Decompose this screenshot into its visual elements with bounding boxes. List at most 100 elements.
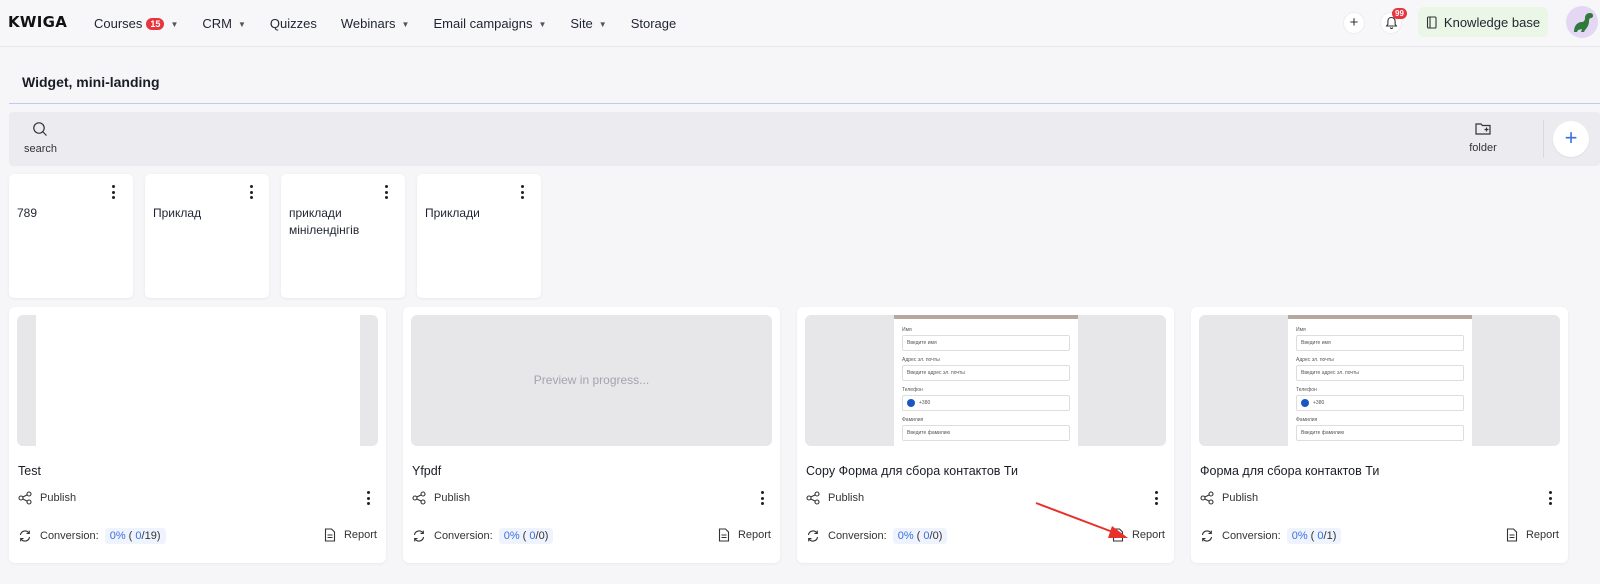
widget-title[interactable]: Test <box>18 464 41 478</box>
report-button[interactable]: Report <box>1112 528 1165 542</box>
share-icon <box>18 491 32 505</box>
notifications-button[interactable]: 99 <box>1380 8 1407 34</box>
conversion-label: Conversion: <box>40 530 99 542</box>
conversion-label: Conversion: <box>828 530 887 542</box>
nav-webinars[interactable]: Webinars ▼ <box>341 16 410 31</box>
search-label: search <box>24 143 58 155</box>
publish-button[interactable]: Publish <box>18 491 76 505</box>
nav-quizzes-label: Quizzes <box>269 16 317 31</box>
folder-add-icon <box>1474 123 1491 135</box>
knowledge-base-label: Knowledge base <box>1443 14 1541 30</box>
preview-status-text: Preview in progress... <box>533 373 650 387</box>
nav-storage[interactable]: Storage <box>631 16 677 31</box>
widget-title[interactable]: Форма для сбора контактов Ти <box>1200 464 1379 478</box>
document-icon <box>324 528 336 542</box>
nav-storage-label: Storage <box>630 16 677 31</box>
new-folder-button[interactable]: folder <box>1463 121 1503 154</box>
conversion-label: Conversion: <box>1222 530 1281 542</box>
folder-name: приклади мінілендінгів <box>289 206 360 237</box>
folder-card[interactable]: 789 <box>9 174 133 298</box>
report-label: Report <box>737 529 771 541</box>
folder-card[interactable]: приклади мінілендінгів <box>281 174 405 298</box>
publish-button[interactable]: Publish <box>1200 491 1258 505</box>
more-vertical-icon[interactable] <box>245 183 257 201</box>
kwiga-logo[interactable]: KWIGA <box>8 13 67 31</box>
more-vertical-icon[interactable] <box>107 183 119 201</box>
chevron-down-icon: ▼ <box>401 20 410 29</box>
publish-button[interactable]: Publish <box>806 491 864 505</box>
publish-label: Publish <box>434 492 471 504</box>
conversion-stat: Conversion: 0% ( 0/19) <box>18 528 166 544</box>
nav-crm-label: CRM <box>202 16 232 31</box>
report-button[interactable]: Report <box>1506 528 1559 542</box>
conversion-value: 0% ( 0/0) <box>498 528 554 544</box>
folder-name: 789 <box>17 206 38 220</box>
nav-site[interactable]: Site ▼ <box>570 16 606 31</box>
report-button[interactable]: Report <box>718 528 771 542</box>
nav-courses[interactable]: Courses 15 ▼ <box>94 16 178 31</box>
refresh-icon <box>19 530 31 542</box>
conversion-value: 0% ( 0/0) <box>892 528 948 544</box>
document-icon <box>1506 528 1518 542</box>
conversion-label: Conversion: <box>434 530 493 542</box>
share-icon <box>412 491 426 505</box>
user-avatar[interactable] <box>1566 6 1598 38</box>
widget-card: Имя Введите имя Адрес эл. почты Введите … <box>1191 307 1568 563</box>
title-underline <box>9 103 1600 104</box>
more-vertical-icon[interactable] <box>380 183 392 201</box>
form-preview-thumbnail: Имя Введите имя Адрес эл. почты Введите … <box>894 315 1078 446</box>
document-icon <box>718 528 730 542</box>
share-icon <box>1200 491 1214 505</box>
courses-count-badge: 15 <box>146 17 165 30</box>
nav-email-campaigns[interactable]: Email campaigns ▼ <box>433 16 546 31</box>
chevron-down-icon: ▼ <box>598 20 607 29</box>
conversion-stat: Conversion: 0% ( 0/1) <box>1200 528 1342 544</box>
widget-title[interactable]: Copy Форма для сбора контактов Ти <box>806 464 1018 478</box>
folder-label: folder <box>1469 142 1497 154</box>
widget-preview[interactable]: Preview in progress... <box>411 315 772 446</box>
refresh-icon <box>1201 530 1213 542</box>
page-title: Widget, mini-landing <box>22 74 160 90</box>
publish-label: Publish <box>828 492 865 504</box>
toolbar-divider <box>1543 120 1544 158</box>
more-vertical-icon[interactable] <box>1150 489 1162 507</box>
publish-button[interactable]: Publish <box>412 491 470 505</box>
widget-card: Test Publish Conversion: 0% ( 0/19) Repo… <box>9 307 386 563</box>
widget-card: Имя Введите имя Адрес эл. почты Введите … <box>797 307 1174 563</box>
nav-crm[interactable]: CRM ▼ <box>202 16 246 31</box>
folder-card[interactable]: Приклад <box>145 174 269 298</box>
quick-create-button[interactable]: + <box>1343 12 1365 34</box>
document-icon <box>1112 528 1124 542</box>
search-icon <box>33 122 47 136</box>
add-widget-button[interactable]: + <box>1553 121 1589 157</box>
search-button[interactable]: search <box>24 121 58 155</box>
widget-preview[interactable]: Имя Введите имя Адрес эл. почты Введите … <box>805 315 1166 446</box>
report-label: Report <box>1131 529 1165 541</box>
knowledge-base-button[interactable]: Knowledge base <box>1418 7 1548 37</box>
main-nav: Courses 15 ▼ CRM ▼ Quizzes Webinars ▼ Em… <box>94 0 700 47</box>
notifications-count-badge: 99 <box>1392 8 1407 19</box>
chevron-down-icon: ▼ <box>170 20 179 29</box>
folder-name: Приклади <box>425 206 480 220</box>
refresh-icon <box>413 530 425 542</box>
more-vertical-icon[interactable] <box>516 183 528 201</box>
nav-quizzes[interactable]: Quizzes <box>270 16 317 31</box>
top-navigation-bar: KWIGA Courses 15 ▼ CRM ▼ Quizzes Webinar… <box>0 0 1600 47</box>
widget-title[interactable]: Yfpdf <box>412 464 441 478</box>
widget-preview[interactable]: Имя Введите имя Адрес эл. почты Введите … <box>1199 315 1560 446</box>
nav-site-label: Site <box>570 16 593 31</box>
form-preview-thumbnail: Имя Введите имя Адрес эл. почты Введите … <box>1288 315 1472 446</box>
more-vertical-icon[interactable] <box>362 489 374 507</box>
publish-label: Publish <box>1222 492 1259 504</box>
report-label: Report <box>1525 529 1559 541</box>
report-button[interactable]: Report <box>324 528 377 542</box>
widget-preview[interactable] <box>17 315 378 446</box>
folder-card[interactable]: Приклади <box>417 174 541 298</box>
widget-card: Preview in progress... Yfpdf Publish Con… <box>403 307 780 563</box>
folder-name: Приклад <box>153 206 202 220</box>
more-vertical-icon[interactable] <box>756 489 768 507</box>
nav-courses-label: Courses <box>94 16 143 31</box>
chevron-down-icon: ▼ <box>538 20 547 29</box>
more-vertical-icon[interactable] <box>1544 489 1556 507</box>
conversion-stat: Conversion: 0% ( 0/0) <box>412 528 554 544</box>
